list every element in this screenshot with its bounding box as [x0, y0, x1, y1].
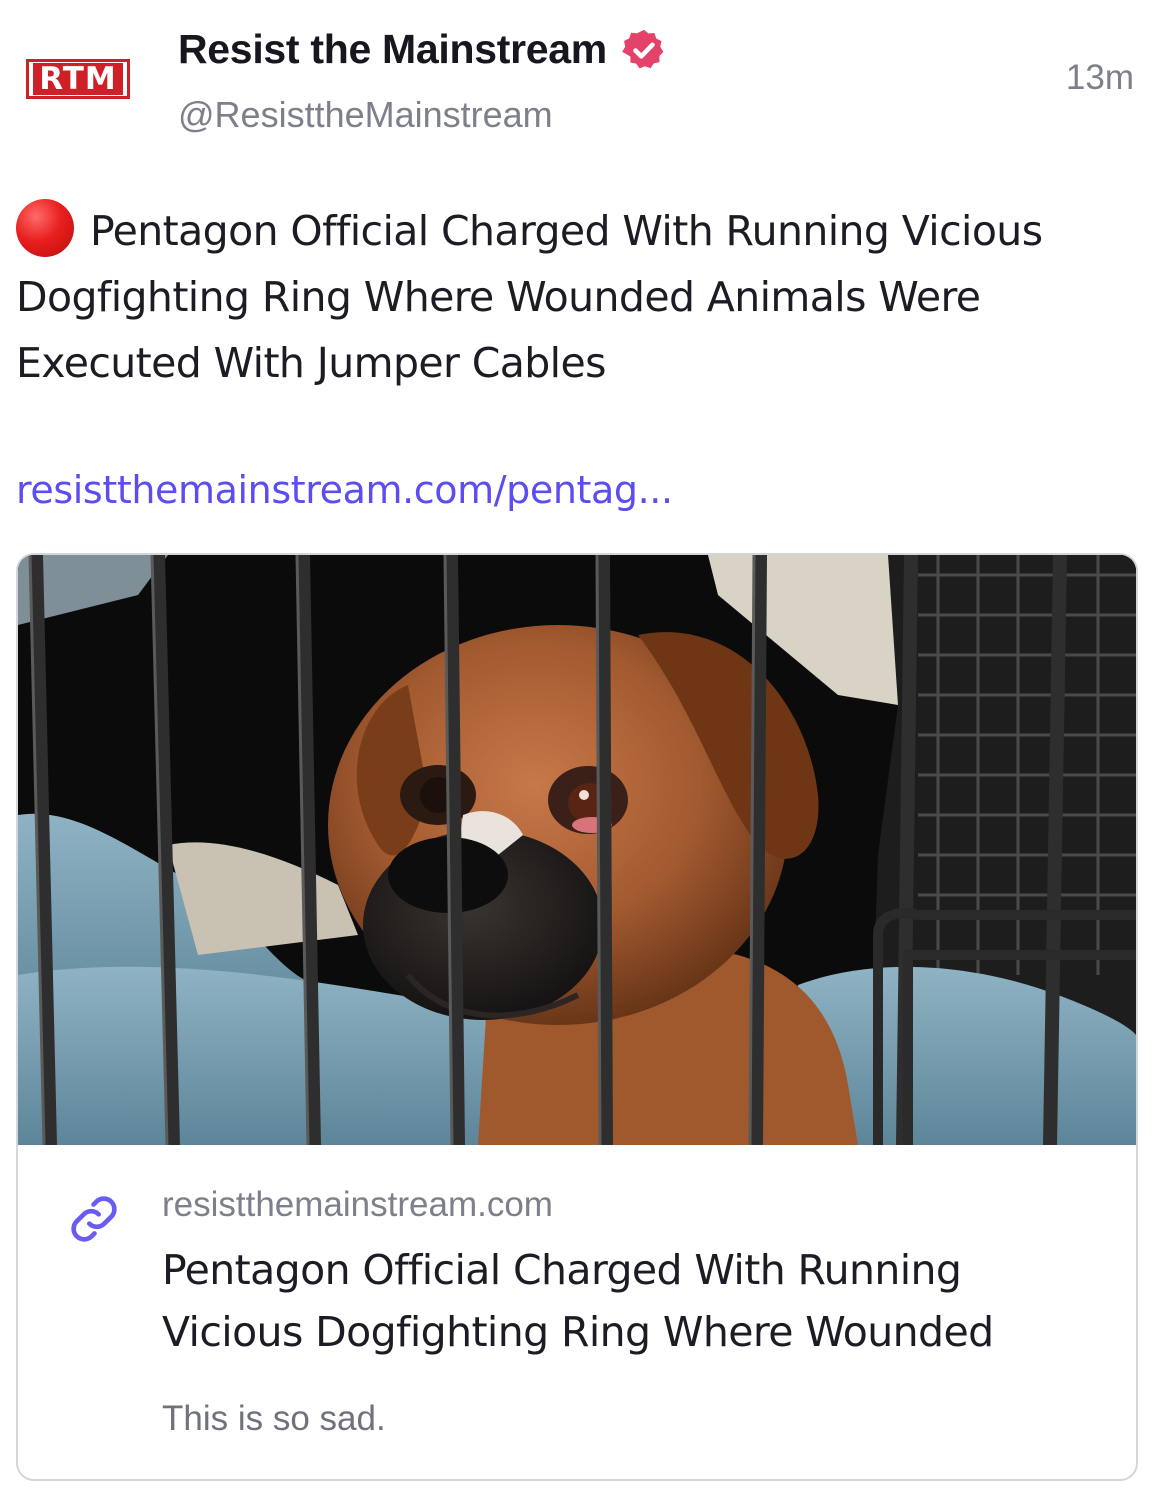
red-circle-icon	[16, 199, 74, 257]
post-text: Pentagon Official Charged With Running V…	[16, 198, 1146, 396]
avatar-text: RTM	[33, 63, 123, 95]
display-name[interactable]: Resist the Mainstream	[178, 26, 607, 73]
card-description: This is so sad.	[162, 1399, 386, 1438]
link-preview-card[interactable]: resistthemainstream.com Pentagon Officia…	[16, 553, 1138, 1481]
post-text-content: Pentagon Official Charged With Running V…	[16, 207, 1043, 387]
post-link[interactable]: resistthemainstream.com/pentag...	[16, 468, 673, 512]
verified-badge-icon	[622, 29, 664, 68]
boxer-dog-in-cage-image	[18, 555, 1136, 1145]
rtm-logo: RTM	[26, 59, 130, 99]
card-image[interactable]	[18, 555, 1136, 1145]
card-domain: resistthemainstream.com	[162, 1185, 553, 1224]
author-handle[interactable]: @ResisttheMainstream	[178, 94, 553, 136]
post[interactable]: RTM Resist the Mainstream @ResisttheMain…	[0, 0, 1160, 1493]
avatar[interactable]: RTM	[20, 58, 136, 100]
link-icon	[71, 1196, 117, 1242]
author-name-row: Resist the Mainstream	[178, 26, 667, 73]
post-timestamp[interactable]: 13m	[1066, 58, 1134, 98]
card-title: Pentagon Official Charged With Running V…	[162, 1246, 994, 1356]
